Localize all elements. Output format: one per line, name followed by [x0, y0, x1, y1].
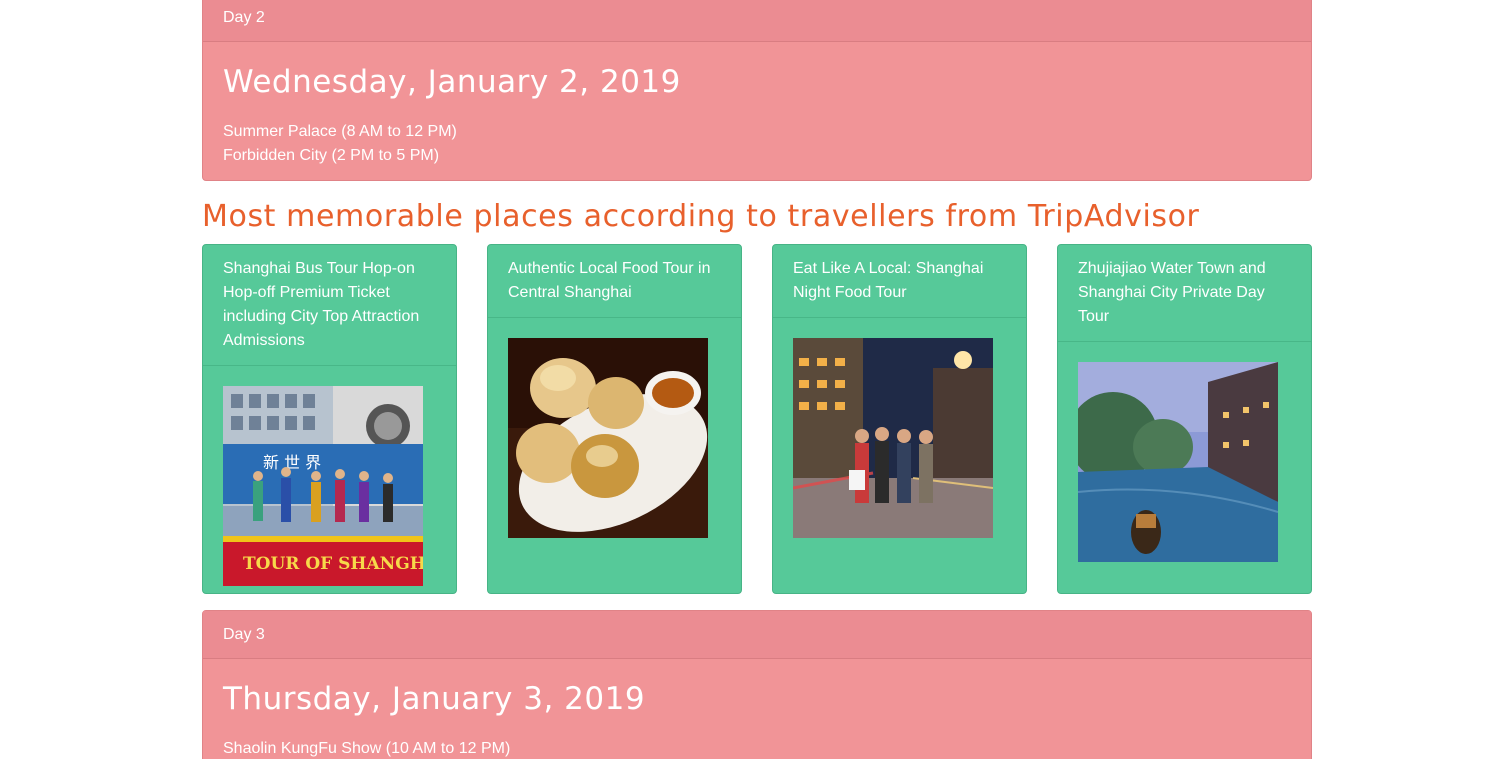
- tour-card[interactable]: Zhujiajiao Water Town and Shanghai City …: [1057, 244, 1312, 594]
- activity-item: Shaolin KungFu Show (10 AM to 12 PM): [223, 740, 511, 757]
- day-body: Thursday, January 3, 2019 Shaolin KungFu…: [203, 659, 1311, 759]
- day-heading: Day 2: [203, 0, 1311, 42]
- tour-card-title[interactable]: Zhujiajiao Water Town and Shanghai City …: [1058, 245, 1311, 342]
- page: Day 2 Wednesday, January 2, 2019 Summer …: [0, 0, 1485, 759]
- day-heading: Day 3: [203, 611, 1311, 659]
- tour-card-title[interactable]: Shanghai Bus Tour Hop-on Hop-off Premium…: [203, 245, 456, 366]
- tour-card-body: [1058, 342, 1311, 562]
- section-title: Most memorable places according to trave…: [202, 199, 1200, 234]
- night-street-group-photo[interactable]: [793, 338, 993, 538]
- day-panel-day-2: Day 2 Wednesday, January 2, 2019 Summer …: [202, 0, 1312, 181]
- tour-card-body: [773, 318, 1026, 538]
- day-body: Wednesday, January 2, 2019 Summer Palace…: [203, 42, 1311, 168]
- tour-card-body: [488, 318, 741, 538]
- tour-card-body: 新 世 界 TOUR OF SHANGHAI: [203, 366, 456, 586]
- tour-card-title[interactable]: Authentic Local Food Tour in Central Sha…: [488, 245, 741, 318]
- tour-card-title[interactable]: Eat Like A Local: Shanghai Night Food To…: [773, 245, 1026, 318]
- shanghai-bus-tour-photo[interactable]: 新 世 界 TOUR OF SHANGHAI: [223, 386, 423, 586]
- svg-text:TOUR OF SHANGHAI: TOUR OF SHANGHAI: [243, 554, 423, 574]
- activity-item: Forbidden City (2 PM to 5 PM): [223, 147, 440, 164]
- day-panel-day-3: Day 3 Thursday, January 3, 2019 Shaolin …: [202, 610, 1312, 759]
- water-town-canal-photo[interactable]: [1078, 362, 1278, 562]
- day-date: Wednesday, January 2, 2019: [223, 64, 681, 100]
- tour-card[interactable]: Shanghai Bus Tour Hop-on Hop-off Premium…: [202, 244, 457, 594]
- activity-item: Summer Palace (8 AM to 12 PM): [223, 123, 457, 140]
- tour-card[interactable]: Authentic Local Food Tour in Central Sha…: [487, 244, 742, 594]
- svg-text:新 世 界: 新 世 界: [263, 453, 321, 472]
- day-date: Thursday, January 3, 2019: [223, 681, 646, 717]
- dumplings-photo[interactable]: [508, 338, 708, 538]
- tour-card[interactable]: Eat Like A Local: Shanghai Night Food To…: [772, 244, 1027, 594]
